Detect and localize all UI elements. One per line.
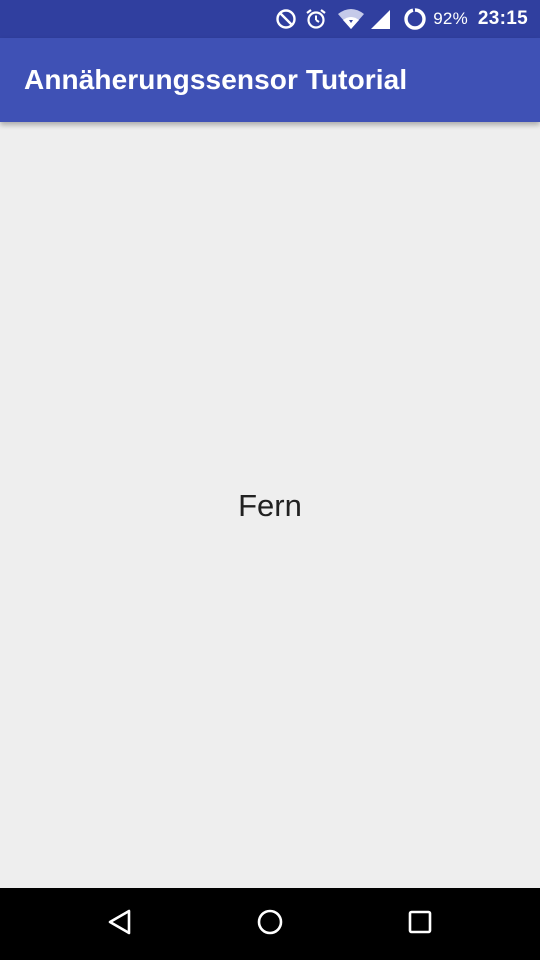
back-button[interactable] (70, 888, 170, 960)
sensor-state-text: Fern (238, 488, 302, 523)
recents-icon (407, 909, 433, 940)
navigation-bar (0, 888, 540, 960)
home-icon (256, 908, 284, 941)
cell-signal-icon (369, 0, 391, 38)
wifi-icon (337, 0, 365, 38)
status-bar: 92% 23:15 (0, 0, 540, 38)
back-icon (106, 908, 134, 941)
main-content: Fern (0, 122, 540, 888)
screen: 92% 23:15 Annäherungssensor Tutorial Fer… (0, 0, 540, 960)
battery-icon (403, 0, 427, 38)
do-not-disturb-icon (275, 0, 297, 38)
home-button[interactable] (220, 888, 320, 960)
battery-percent: 92% (433, 9, 468, 28)
app-title: Annäherungssensor Tutorial (24, 64, 408, 95)
app-bar: Annäherungssensor Tutorial (0, 38, 540, 122)
alarm-icon (305, 0, 327, 38)
clock: 23:15 (477, 8, 528, 29)
recents-button[interactable] (370, 888, 470, 960)
